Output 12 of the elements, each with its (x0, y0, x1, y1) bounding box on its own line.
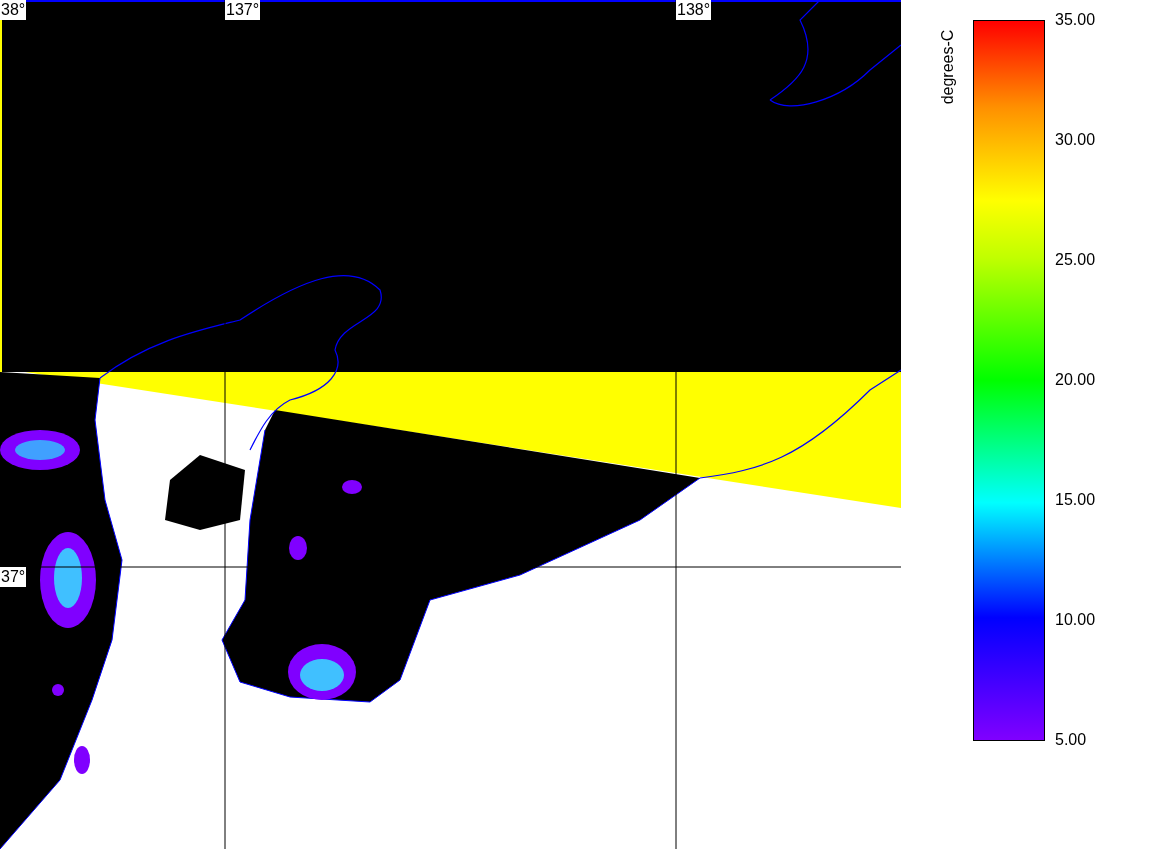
latitude-label: 38° (0, 0, 27, 20)
colorbar-tick-label: 35.00 (1055, 10, 1096, 30)
latitude-label: 37° (0, 567, 27, 587)
colorbar-tick-label: 20.00 (1055, 370, 1096, 390)
colorbar-tick-label: 30.00 (1055, 130, 1096, 150)
colorbar-tick-label: 15.00 (1055, 490, 1096, 510)
longitude-label: 138° (676, 0, 712, 20)
colorbar-unit-label: degrees-C (938, 29, 958, 105)
colorbar-tick-label: 25.00 (1055, 250, 1096, 270)
longitude-label: 137° (225, 0, 261, 20)
colorbar-tick-label: 10.00 (1055, 610, 1096, 630)
colorbar-tick-label: 5.00 (1055, 730, 1087, 750)
